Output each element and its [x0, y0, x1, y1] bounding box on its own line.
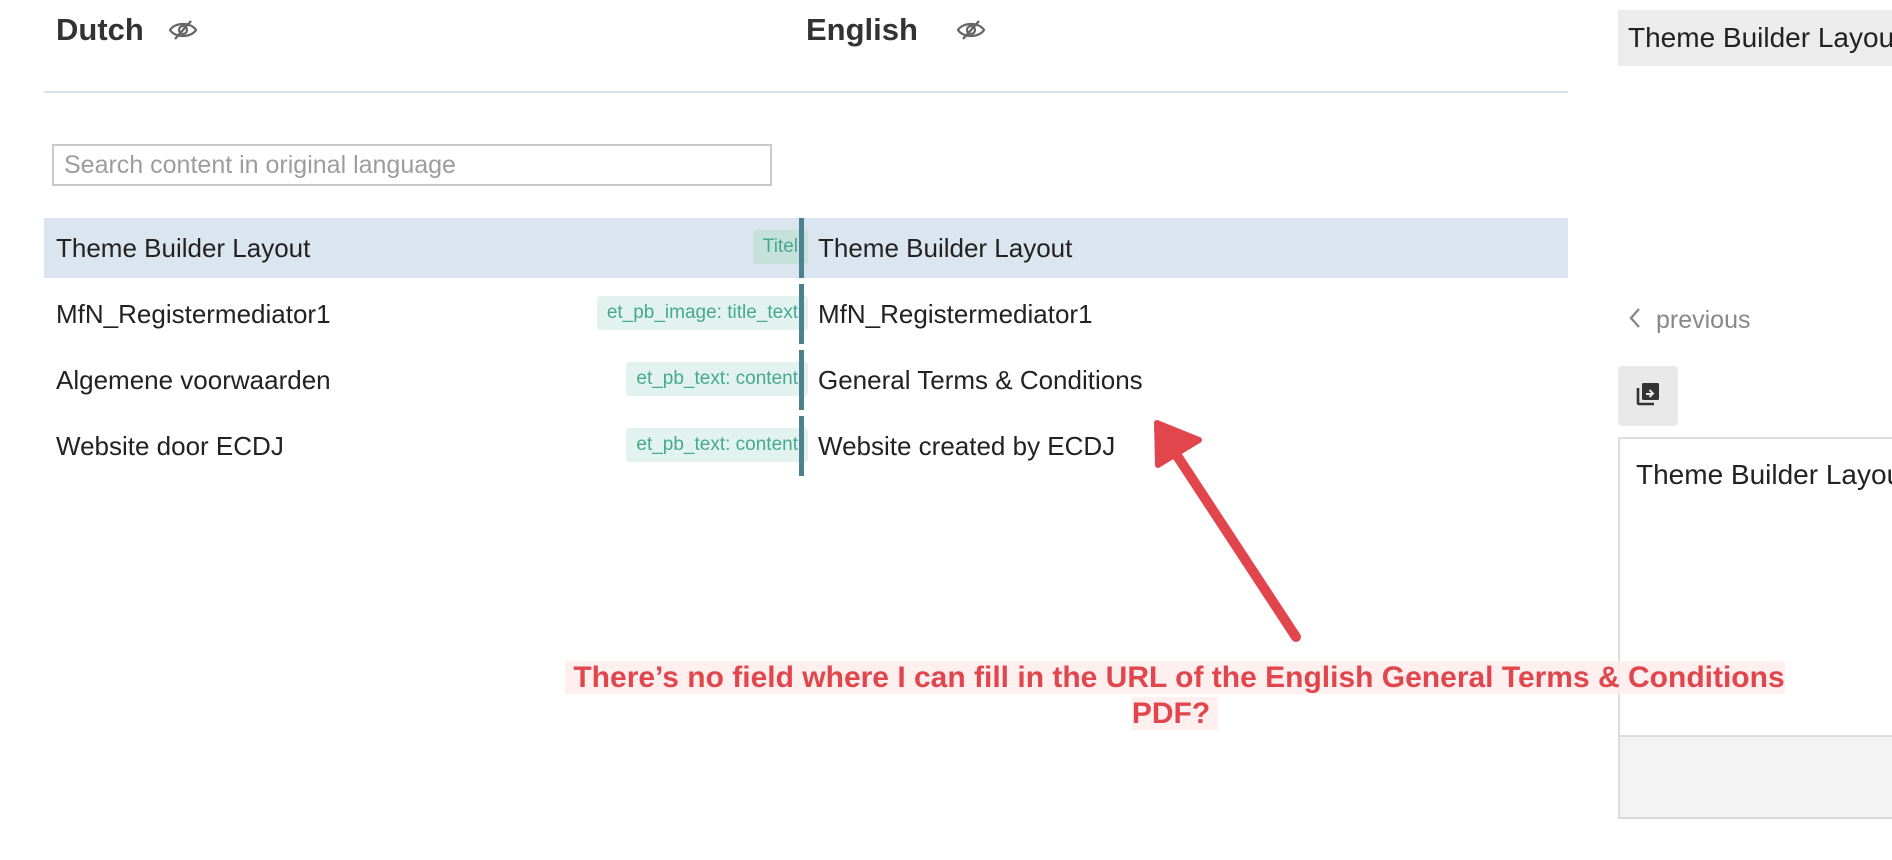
source-language-title: Dutch [56, 12, 144, 47]
translation-row[interactable]: MfN_Registermediator1 et_pb_image: title… [44, 284, 1568, 344]
translated-text: MfN_Registermediator1 [818, 299, 1093, 329]
chevron-left-icon [1628, 307, 1642, 334]
eye-slash-icon[interactable] [956, 18, 986, 42]
translated-text: Website created by ECDJ [818, 431, 1116, 461]
translation-row[interactable]: Algemene voorwaarden et_pb_text: content… [44, 350, 1568, 410]
source-text: Website door ECDJ [56, 431, 284, 461]
source-language-header: Dutch [56, 8, 198, 52]
row-accent-bar [799, 416, 804, 476]
translation-list: Theme Builder Layout Titel Theme Builder… [44, 218, 1568, 482]
editor-text: Theme Builder Layout [1636, 459, 1892, 490]
annotation-label: There’s no field where I can fill in the… [565, 661, 1785, 730]
source-text: Algemene voorwaarden [56, 365, 331, 395]
source-text: Theme Builder Layout [56, 233, 311, 263]
translated-text: Theme Builder Layout [818, 233, 1073, 263]
field-tag: et_pb_text: content [626, 362, 808, 396]
translation-row[interactable]: Theme Builder Layout Titel Theme Builder… [44, 218, 1568, 278]
translation-row[interactable]: Website door ECDJ et_pb_text: content We… [44, 416, 1568, 476]
side-panel-title: Theme Builder Layout [1618, 10, 1892, 66]
row-accent-bar [799, 284, 804, 344]
previous-label: previous [1656, 306, 1751, 334]
header-divider [44, 91, 1568, 93]
target-language-title: English [806, 12, 918, 47]
target-language-header: English [806, 8, 986, 52]
field-tag: et_pb_image: title_text [596, 296, 808, 330]
row-accent-bar [799, 350, 804, 410]
translated-text: General Terms & Conditions [818, 365, 1143, 395]
eye-slash-icon[interactable] [168, 18, 198, 42]
search-input[interactable] [52, 144, 772, 186]
field-tag: et_pb_text: content [626, 428, 808, 462]
previous-button[interactable]: previous [1628, 306, 1751, 335]
source-text: MfN_Registermediator1 [56, 299, 331, 329]
editor-footer [1618, 737, 1892, 819]
row-accent-bar [799, 218, 804, 278]
copy-original-button[interactable] [1618, 366, 1678, 426]
copy-icon [1635, 381, 1661, 412]
annotation-text: There’s no field where I can fill in the… [520, 660, 1830, 732]
